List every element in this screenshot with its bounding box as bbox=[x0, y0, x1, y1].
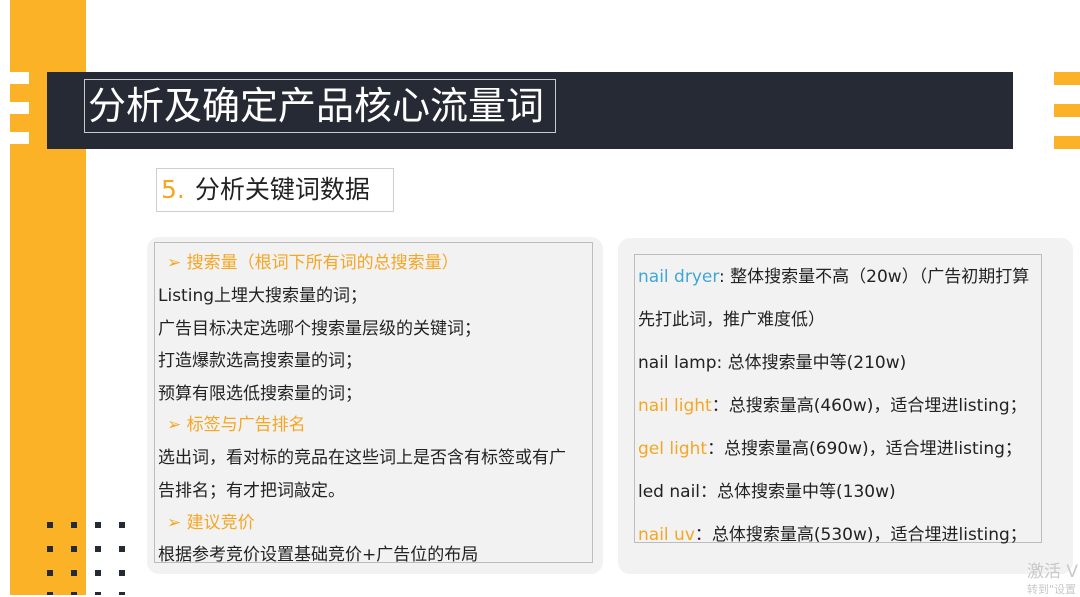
dot bbox=[95, 522, 101, 528]
left-stripe bbox=[10, 102, 29, 114]
keyword-desc: ：总搜索量高(460w)，适合埋进listing； bbox=[711, 396, 1027, 416]
keyword-entry: 先打此词，推广难度低） bbox=[638, 305, 825, 330]
heading-search-volume: ➢ 搜索量（根词下所有词的总搜索量） bbox=[167, 253, 459, 273]
section-heading: 5. 分析关键词数据 bbox=[156, 168, 394, 212]
dot bbox=[119, 570, 125, 576]
activation-watermark: 激活 V bbox=[1027, 562, 1079, 582]
keyword-entry: gel light：总搜索量高(690w)，适合埋进listing； bbox=[638, 434, 1022, 459]
list-item: 告排名；有才把词敲定。 bbox=[158, 481, 345, 501]
dot bbox=[47, 570, 53, 576]
keyword-desc: led nail：总体搜索量中等(130w) bbox=[638, 482, 896, 502]
list-item: 广告目标决定选哪个搜索量层级的关键词； bbox=[158, 319, 481, 339]
slide-title: 分析及确定产品核心流量词 bbox=[84, 79, 556, 133]
list-item: 根据参考竞价设置基础竞价+广告位的布局 bbox=[158, 545, 479, 565]
keyword-entry: nail lamp: 总体搜索量中等(210w) bbox=[638, 348, 906, 373]
left-stripe bbox=[10, 72, 29, 84]
dot bbox=[47, 546, 53, 552]
dot bbox=[119, 522, 125, 528]
keyword-entry: nail uv：总体搜索量高(530w)，适合埋进listing； bbox=[638, 520, 1027, 545]
dot bbox=[71, 522, 77, 528]
keyword-entry: nail light：总搜索量高(460w)，适合埋进listing； bbox=[638, 391, 1027, 416]
dot bbox=[95, 546, 101, 552]
dot bbox=[71, 546, 77, 552]
dot bbox=[119, 546, 125, 552]
keyword-label: gel light bbox=[638, 439, 708, 459]
dot bbox=[95, 570, 101, 576]
left-stripe bbox=[10, 132, 29, 144]
heading-suggested-bid: ➢ 建议竞价 bbox=[167, 513, 255, 533]
dot bbox=[47, 522, 53, 528]
heading-tags-ad-rank: ➢ 标签与广告排名 bbox=[167, 415, 306, 435]
section-number: 5. bbox=[161, 175, 185, 204]
keyword-desc: nail lamp: 总体搜索量中等(210w) bbox=[638, 353, 907, 373]
keyword-entry: nail dryer: 整体搜索量不高（20w）（广告初期打算 bbox=[638, 262, 1029, 287]
keyword-desc: : 整体搜索量不高（20w）（广告初期打算 bbox=[719, 267, 1030, 287]
right-stripe bbox=[1054, 136, 1080, 149]
list-item: 打造爆款选高搜索量的词； bbox=[158, 351, 362, 371]
right-stripe bbox=[1054, 104, 1080, 117]
keyword-label: nail uv bbox=[638, 525, 695, 545]
dot bbox=[71, 570, 77, 576]
keyword-desc: 先打此词，推广难度低） bbox=[638, 310, 825, 330]
keyword-entry: led nail：总体搜索量中等(130w) bbox=[638, 477, 896, 502]
list-item: 预算有限选低搜索量的词； bbox=[158, 384, 362, 404]
right-stripe bbox=[1054, 72, 1080, 85]
section-title: 分析关键词数据 bbox=[194, 175, 370, 204]
keyword-desc: ：总搜索量高(690w)，适合埋进listing； bbox=[707, 439, 1022, 459]
list-item: Listing上埋大搜索量的词； bbox=[158, 286, 368, 306]
list-item: 选出词，看对标的竞品在这些词上是否含有标签或有广 bbox=[158, 448, 566, 468]
keyword-desc: ：总体搜索量高(530w)，适合埋进listing； bbox=[694, 525, 1027, 545]
keyword-label: nail light bbox=[638, 396, 712, 416]
keyword-label: nail dryer bbox=[638, 267, 720, 287]
